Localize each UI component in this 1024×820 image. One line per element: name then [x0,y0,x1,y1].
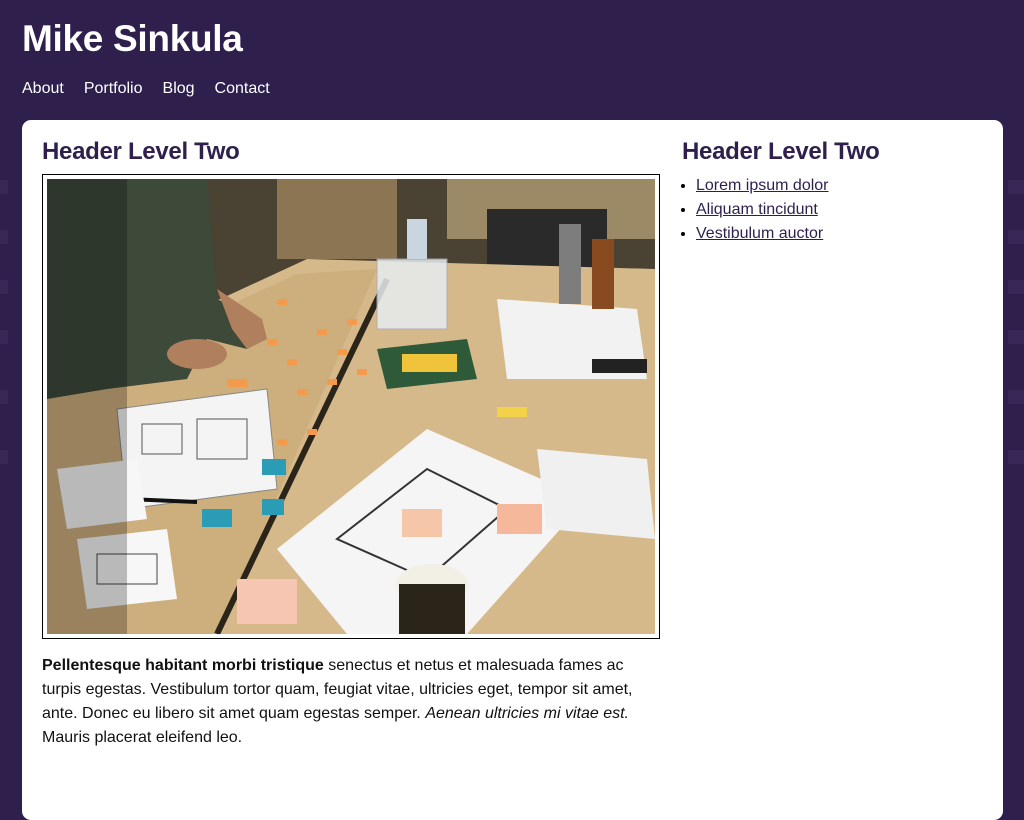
nav-link-contact[interactable]: Contact [215,79,270,99]
nav-link-blog[interactable]: Blog [163,79,195,99]
list-item: Vestibulum auctor [696,222,829,246]
body-bold-text: Pellentesque habitant morbi tristique [42,657,324,674]
body-paragraph: Pellentesque habitant morbi tristique se… [42,654,642,750]
site-header: Mike Sinkula About Portfolio Blog Contac… [22,0,1002,120]
featured-image-frame [42,174,660,639]
body-text-2: Mauris placerat eleifend leo. [42,729,243,746]
list-item: Lorem ipsum dolor [696,174,829,198]
body-italic-text: Aenean ultricies mi vitae est. [425,705,629,722]
main-nav: About Portfolio Blog Contact [22,79,270,99]
sidebar-link-aliquam[interactable]: Aliquam tincidunt [696,201,818,218]
sidebar-link-lorem[interactable]: Lorem ipsum dolor [696,177,829,194]
sidebar-link-vestibulum[interactable]: Vestibulum auctor [696,225,823,242]
sidebar-heading: Header Level Two [682,138,880,165]
sidebar-link-list: Lorem ipsum dolor Aliquam tincidunt Vest… [682,174,829,246]
content-panel: Header Level Two Pellentesque habitant m… [22,120,1003,820]
nav-link-portfolio[interactable]: Portfolio [84,79,143,99]
list-item: Aliquam tincidunt [696,198,829,222]
paper-prototyping-photo-icon [47,179,655,634]
nav-link-about[interactable]: About [22,79,64,99]
site-title[interactable]: Mike Sinkula [22,18,243,60]
main-heading: Header Level Two [42,138,240,165]
